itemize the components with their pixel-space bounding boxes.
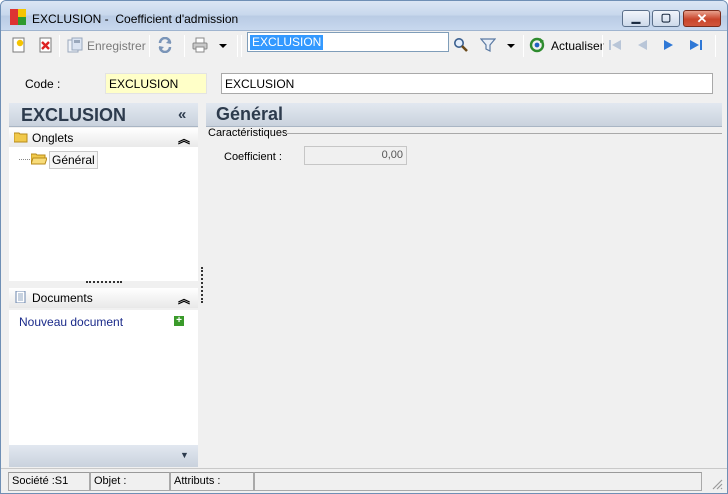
vertical-splitter[interactable] xyxy=(201,267,204,303)
left-panel-header: EXCLUSION « xyxy=(9,103,198,127)
next-record-icon[interactable] xyxy=(661,37,677,53)
window-title-desc: Coefficient d'admission xyxy=(115,12,239,26)
name-field[interactable]: EXCLUSION xyxy=(221,73,713,94)
status-objet: Objet : xyxy=(90,472,170,491)
horizontal-splitter[interactable] xyxy=(86,281,122,284)
maximize-icon: ▢ xyxy=(660,12,672,24)
filter-icon[interactable] xyxy=(480,37,496,53)
toolbar-separator xyxy=(184,35,185,57)
delete-icon[interactable] xyxy=(38,37,54,53)
save-icon xyxy=(67,37,83,53)
collapse-documents-icon[interactable]: ︽ xyxy=(178,290,190,307)
coefficient-field[interactable]: 0,00 xyxy=(304,146,407,165)
title-bar[interactable]: EXCLUSION - Coefficient d'admission ▁ ▢ … xyxy=(1,1,727,31)
toolbar: Enregistrer EXCLUSION Actualiser xyxy=(1,31,727,59)
collapse-panel-icon[interactable]: « xyxy=(178,106,186,123)
tabs-section-label: Onglets xyxy=(32,131,74,145)
document-icon xyxy=(15,291,26,303)
previous-record-icon[interactable] xyxy=(634,37,650,53)
app-window: EXCLUSION - Coefficient d'admission ▁ ▢ … xyxy=(0,0,728,494)
app-logo-icon xyxy=(10,9,26,25)
code-label: Code : xyxy=(25,77,61,91)
resize-grip-icon[interactable] xyxy=(711,478,723,490)
refresh-button[interactable]: Actualiser xyxy=(551,39,604,53)
group-label: Caractéristiques xyxy=(208,127,288,139)
search-input[interactable]: EXCLUSION xyxy=(247,32,449,52)
window-title-code: EXCLUSION - xyxy=(32,12,109,26)
close-window-button[interactable]: ✕ xyxy=(683,10,721,27)
tree-node-general[interactable]: Général xyxy=(49,151,98,169)
left-panel-footer: ▼ xyxy=(9,445,198,467)
last-record-icon[interactable] xyxy=(688,37,704,53)
sync-icon[interactable] xyxy=(157,37,173,53)
status-societe: Société :S1 xyxy=(8,472,90,491)
documents-section-header[interactable]: Documents ︽ xyxy=(9,288,198,308)
tabs-tree: Général xyxy=(9,147,198,281)
code-field[interactable]: EXCLUSION xyxy=(105,73,207,94)
minimize-button[interactable]: ▁ xyxy=(622,10,650,27)
new-document-link[interactable]: Nouveau document xyxy=(19,315,123,329)
collapse-tabs-icon[interactable]: ︽ xyxy=(178,130,190,147)
documents-list: Nouveau document + xyxy=(9,310,198,445)
search-input-value: EXCLUSION xyxy=(250,35,324,50)
toolbar-separator xyxy=(59,35,60,57)
first-record-icon[interactable] xyxy=(607,37,623,53)
toolbar-separator xyxy=(237,35,238,57)
add-document-icon[interactable]: + xyxy=(174,316,184,326)
close-icon: ✕ xyxy=(696,11,708,26)
folder-icon xyxy=(14,132,28,143)
toolbar-separator xyxy=(602,35,603,57)
documents-section-label: Documents xyxy=(32,291,93,305)
status-attributs: Attributs : xyxy=(170,472,254,491)
print-icon[interactable] xyxy=(192,37,208,53)
save-button[interactable]: Enregistrer xyxy=(87,39,146,53)
new-record-icon[interactable] xyxy=(11,37,27,53)
content-title: Général xyxy=(216,104,284,124)
toolbar-separator xyxy=(149,35,150,57)
toolbar-separator xyxy=(241,35,242,57)
content-header: Général xyxy=(206,103,722,127)
status-extra xyxy=(254,472,702,491)
print-dropdown-icon[interactable] xyxy=(218,37,228,53)
open-folder-icon xyxy=(31,153,47,165)
left-panel-title: EXCLUSION xyxy=(21,105,127,125)
tabs-section-header[interactable]: Onglets ︽ xyxy=(9,128,198,148)
search-icon[interactable] xyxy=(453,37,469,53)
refresh-icon xyxy=(529,37,545,53)
toolbar-separator xyxy=(523,35,524,57)
filter-dropdown-icon[interactable] xyxy=(506,37,516,53)
status-bar: Société :S1 Objet : Attributs : xyxy=(1,468,727,493)
toolbar-separator xyxy=(715,35,716,57)
window-title: EXCLUSION - Coefficient d'admission xyxy=(32,12,238,26)
coefficient-label: Coefficient : xyxy=(224,151,282,163)
maximize-button[interactable]: ▢ xyxy=(652,10,680,27)
chevron-down-icon[interactable]: ▼ xyxy=(180,450,189,460)
minimize-icon: ▁ xyxy=(631,12,641,24)
group-divider xyxy=(286,133,722,134)
